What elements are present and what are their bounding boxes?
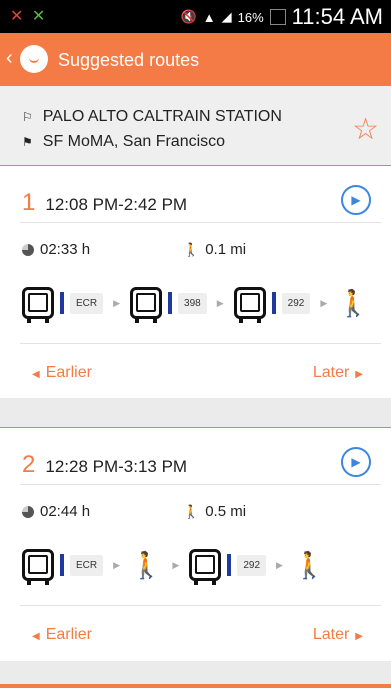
- chevron-right-icon: ▶: [355, 369, 363, 380]
- later-label: Later: [312, 364, 350, 381]
- route-chip: ECR: [70, 292, 104, 314]
- bus-icon: [22, 549, 54, 585]
- divider: [20, 222, 381, 223]
- bus-icon: [233, 287, 266, 323]
- later-button[interactable]: Later ▶: [313, 364, 369, 382]
- time-shift-nav: ◀ Earlier Later ▶: [26, 364, 369, 382]
- page-title: Suggested routes: [58, 50, 200, 70]
- status-right: 🔇 ▲ ◢ 16% 11:54 AM: [181, 4, 383, 30]
- route-card[interactable]: 1 12:08 PM-2:42 PM ▶ 02:33 h 🚶 0.1 mi ECR…: [0, 165, 391, 398]
- chevron-right-icon: ▶: [320, 297, 328, 308]
- earlier-button[interactable]: ◀ Earlier: [26, 364, 92, 382]
- app-bar: ‹ Suggested routes: [0, 33, 391, 86]
- bus-icon: [189, 549, 222, 585]
- time-shift-nav: ◀ Earlier Later ▶: [26, 626, 369, 644]
- app-logo-icon[interactable]: [20, 45, 48, 73]
- start-navigation-button[interactable]: ▶: [341, 185, 371, 215]
- route-chip: ECR: [70, 554, 104, 576]
- duration: 02:44 h: [22, 503, 90, 520]
- status-bar: ✕ ✕ 🔇 ▲ ◢ 16% 11:54 AM: [0, 0, 391, 33]
- destination-flag-icon: ⚑: [22, 135, 33, 149]
- trip-origin: ⚐ PALO ALTO CALTRAIN STATION: [22, 108, 282, 126]
- route-chip: 398: [178, 292, 207, 314]
- route-legs: ECR ▶ 398 ▶ 292 ▶ 🚶: [22, 287, 370, 323]
- origin-flag-icon: ⚐: [22, 110, 33, 124]
- route-color-bar: [168, 292, 173, 314]
- trip-header: ⚐ PALO ALTO CALTRAIN STATION ⚑ SF MoMA, …: [0, 86, 391, 165]
- signal-hidden-icon: ✕: [31, 8, 48, 25]
- clock-icon: [22, 243, 34, 256]
- earlier-button[interactable]: ◀ Earlier: [26, 626, 92, 644]
- walk-icon: 🚶: [183, 503, 200, 519]
- favorite-star-icon[interactable]: ☆: [352, 112, 379, 147]
- chevron-right-icon: ▶: [113, 559, 121, 570]
- route-times: 12:28 PM-3:13 PM: [45, 457, 188, 476]
- wifi-icon: ▲: [202, 9, 216, 25]
- route-color-bar: [227, 554, 232, 576]
- start-navigation-button[interactable]: ▶: [341, 447, 371, 477]
- route-card[interactable]: 2 12:28 PM-3:13 PM ▶ 02:44 h 🚶 0.5 mi ECR…: [0, 427, 391, 661]
- earlier-label: Earlier: [45, 626, 92, 643]
- chevron-left-icon: ◀: [32, 369, 40, 380]
- route-color-bar: [60, 292, 64, 314]
- divider: [20, 484, 381, 485]
- walk-distance: 🚶 0.5 mi: [183, 503, 246, 520]
- route-chip: 292: [237, 554, 267, 576]
- walk-icon: 🚶: [130, 550, 163, 580]
- notification-icons: ✕ ✕: [10, 6, 47, 26]
- walk-icon: 🚶: [183, 241, 200, 257]
- battery-icon: [269, 9, 286, 25]
- chevron-right-icon: ▶: [216, 297, 224, 308]
- walk-icon: 🚶: [292, 550, 326, 580]
- chevron-right-icon: ▶: [172, 559, 180, 570]
- route-legs: ECR ▶ 🚶 ▶ 292 ▶ 🚶: [22, 549, 326, 585]
- route-heading: 2 12:28 PM-3:13 PM: [22, 451, 187, 479]
- destination-label: SF MoMA, San Francisco: [42, 133, 226, 150]
- route-heading: 1 12:08 PM-2:42 PM: [22, 189, 187, 217]
- route-chip: 292: [281, 292, 311, 314]
- walk-distance-value: 0.5 mi: [205, 503, 247, 520]
- later-button[interactable]: Later ▶: [313, 626, 369, 644]
- duration: 02:33 h: [22, 241, 90, 258]
- chevron-left-icon: ◀: [32, 631, 40, 642]
- missed-call-icon: ✕: [10, 8, 26, 25]
- chevron-right-icon: ▶: [276, 559, 283, 570]
- duration-value: 02:44 h: [40, 503, 91, 520]
- trip-destination: ⚑ SF MoMA, San Francisco: [22, 133, 225, 151]
- divider: [20, 343, 381, 344]
- signal-icon: ◢: [221, 9, 232, 24]
- route-number: 2: [22, 451, 36, 478]
- walk-icon: 🚶: [337, 288, 370, 318]
- earlier-label: Earlier: [45, 364, 92, 381]
- walk-distance: 🚶 0.1 mi: [183, 241, 246, 258]
- route-meta: 02:44 h 🚶 0.5 mi: [22, 503, 246, 520]
- duration-value: 02:33 h: [40, 241, 91, 258]
- mute-icon: 🔇: [180, 9, 197, 24]
- route-number: 1: [22, 189, 36, 216]
- clock: 11:54 AM: [291, 4, 383, 29]
- bus-icon: [22, 287, 54, 323]
- chevron-right-icon: ▶: [113, 297, 121, 308]
- route-color-bar: [271, 292, 276, 314]
- bus-icon: [130, 287, 163, 323]
- origin-label: PALO ALTO CALTRAIN STATION: [42, 108, 282, 125]
- back-icon[interactable]: ‹: [6, 47, 13, 70]
- walk-distance-value: 0.1 mi: [205, 241, 247, 258]
- chevron-right-icon: ▶: [355, 631, 363, 642]
- battery-level: 16%: [237, 9, 264, 25]
- route-meta: 02:33 h 🚶 0.1 mi: [22, 241, 246, 258]
- divider: [20, 605, 381, 606]
- later-label: Later: [312, 626, 350, 643]
- clock-icon: [22, 505, 34, 518]
- route-times: 12:08 PM-2:42 PM: [45, 195, 188, 214]
- next-route-card-edge: [0, 684, 391, 688]
- route-color-bar: [60, 554, 64, 576]
